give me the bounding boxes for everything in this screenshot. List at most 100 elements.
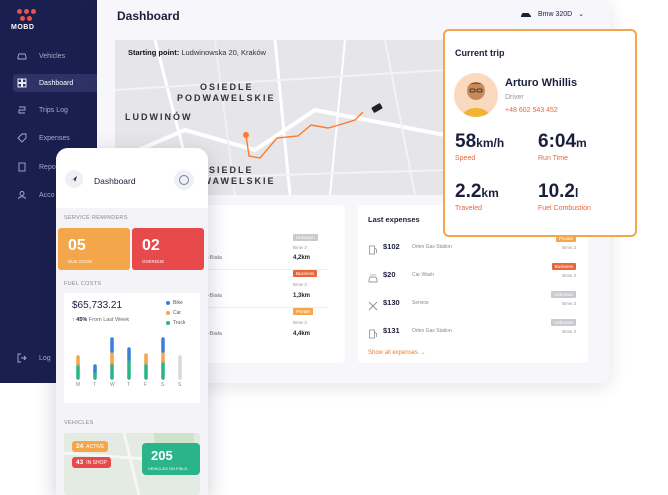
app-root: MOBD Vehicles Dashboard Trips Log Expens… xyxy=(0,0,668,495)
navigation-arrow-icon xyxy=(71,176,77,182)
fuel-stat: 10.2l Fuel Combustion xyxy=(538,181,591,212)
expense-location: Service xyxy=(412,300,429,306)
trend-up-icon: ↑ xyxy=(72,317,75,323)
sidebar-item-expenses[interactable]: Expenses xyxy=(13,129,101,147)
expense-car: Bmw 3 xyxy=(562,301,576,306)
legend-bike: Bike xyxy=(166,300,183,306)
legend-label: Truck xyxy=(173,320,186,326)
tag-icon xyxy=(17,133,27,143)
sidebar-item-label: Trips Log xyxy=(39,106,68,114)
map-label-osiedle-2: OSIEDLE xyxy=(200,165,254,175)
active-vehicles-pill[interactable]: 24 ACTIVE xyxy=(72,441,109,452)
fuel-change-text: From Last Week xyxy=(88,317,130,323)
speed-stat: 58km/h Speed xyxy=(455,131,504,162)
speed-label: Speed xyxy=(455,155,476,162)
map-label-ludwinow: LUDWINÓW xyxy=(125,112,193,122)
overdue-count: 02 xyxy=(142,237,160,254)
fuel-change: ↑ 45% From Last Week xyxy=(72,317,129,323)
expense-amount: $130 xyxy=(383,298,400,307)
fuel-bar-chart xyxy=(76,337,182,380)
in-shop-count: 43 xyxy=(76,459,84,466)
gas-pump-icon xyxy=(368,242,378,255)
run-time-label: Run Time xyxy=(538,155,568,162)
x-tick: S xyxy=(178,382,182,388)
show-all-expenses-link[interactable]: Show all expenses → xyxy=(368,350,426,356)
expense-row[interactable]: $102 Orlen Gas Station Private Bmw 3 xyxy=(368,235,576,259)
wrench-icon xyxy=(368,298,378,311)
trip-row[interactable]: akow alsko-Biała Unknown Bmw 3 4,2km xyxy=(195,229,328,270)
x-tick: T xyxy=(93,382,97,388)
legend-car: Car xyxy=(166,310,181,316)
vehicles-map[interactable]: 24 ACTIVE 43 IN SHOP 205 VEHICLES ON FIELD xyxy=(64,433,200,495)
route-icon xyxy=(17,105,27,115)
chart-x-axis: M T W T F S S xyxy=(64,382,200,390)
on-field-count: 205 xyxy=(151,448,173,463)
trip-car: Bmw 3 xyxy=(293,245,307,250)
fuel-change-pct: 45% xyxy=(76,317,88,323)
logout-button[interactable]: Log xyxy=(17,353,51,363)
trip-row[interactable]: akow alsko-Biała Private Bmw 3 4,4km xyxy=(195,305,328,337)
logout-label: Log xyxy=(39,354,51,362)
page-title: Dashboard xyxy=(117,9,180,23)
due-soon-tile[interactable]: 05 DUE SOON xyxy=(58,228,130,270)
fuel-value: 10.2 xyxy=(538,181,575,202)
expense-badge: Unknown xyxy=(551,319,576,326)
fuel-costs-title: FUEL COSTS xyxy=(64,281,102,287)
expense-badge: Unknown xyxy=(551,291,576,298)
run-time-value-row: 6:04m xyxy=(538,131,587,153)
car-select[interactable]: Bmw 320D ⌄ xyxy=(520,10,584,18)
trip-row[interactable]: akow alsko-Biała Business Bmw 3 1,3km xyxy=(195,267,328,308)
expense-badge: Business xyxy=(551,263,576,270)
chevron-down-icon: ⌄ xyxy=(578,11,585,18)
due-soon-count: 05 xyxy=(68,237,86,254)
expense-amount: $131 xyxy=(383,326,400,335)
fuel-unit: l xyxy=(574,186,579,200)
logo-dots-row2 xyxy=(11,16,41,21)
fuel-label: Fuel Combustion xyxy=(538,205,591,212)
expenses-title: Last expenses xyxy=(368,215,420,224)
driver-role: Driver xyxy=(505,94,524,101)
due-soon-label: DUE SOON xyxy=(68,259,93,264)
trip-car: Bmw 3 xyxy=(293,282,307,287)
driver-name: Arturo Whillis xyxy=(505,77,578,89)
expense-row[interactable]: $131 Orlen Gas Station Unknown Bmw 3 xyxy=(368,319,576,343)
run-time-value: 6:04 xyxy=(538,131,577,152)
legend-label: Car xyxy=(173,310,182,316)
on-field-label: VEHICLES ON FIELD xyxy=(148,466,188,471)
speed-value-row: 58km/h xyxy=(455,131,504,153)
logo[interactable]: MOBD xyxy=(11,9,41,31)
user-icon xyxy=(17,190,27,200)
fuel-total: $65,733.21 xyxy=(72,300,123,311)
logo-dots xyxy=(11,9,41,14)
more-options-button[interactable] xyxy=(174,170,194,190)
expense-row[interactable]: $20 Car Wash Business Bmw 3 xyxy=(368,263,576,287)
x-tick: S xyxy=(161,382,165,388)
legend-truck: Truck xyxy=(166,320,185,326)
mobile-nav-button[interactable] xyxy=(65,170,83,188)
mobile-header: Dashboard xyxy=(56,148,208,208)
driver-phone-link[interactable]: +48 602 543 452 xyxy=(505,107,558,114)
traveled-stat: 2.2km Traveled xyxy=(455,181,499,212)
sidebar-item-label: Dashboard xyxy=(39,79,74,87)
sidebar-item-trips-log[interactable]: Trips Log xyxy=(13,101,101,119)
speed-value: 58 xyxy=(455,131,477,152)
sidebar-item-vehicles[interactable]: Vehicles xyxy=(13,47,101,65)
in-shop-pill[interactable]: 43 IN SHOP xyxy=(72,457,111,468)
start-point-value: Ludwinowska 20, Kraków xyxy=(181,48,266,57)
sidebar-item-dashboard[interactable]: Dashboard xyxy=(13,74,101,92)
vehicles-on-field-tile[interactable]: 205 VEHICLES ON FIELD xyxy=(142,443,200,475)
overdue-tile[interactable]: 02 OVERDUE xyxy=(132,228,204,270)
mobile-app-panel: Dashboard SERVICE REMINDERS 05 DUE SOON … xyxy=(56,148,208,495)
start-point-label: Starting point: xyxy=(128,48,180,57)
x-tick: T xyxy=(127,382,131,388)
expense-location: Car Wash xyxy=(412,272,435,278)
expense-car: Bmw 3 xyxy=(562,329,576,334)
expense-car: Bmw 3 xyxy=(562,273,576,278)
traveled-unit: km xyxy=(481,186,499,200)
reminders-title: SERVICE REMINDERS xyxy=(64,215,128,221)
avatar[interactable] xyxy=(454,73,498,117)
map-label-osiedle: OSIEDLE xyxy=(200,82,254,92)
expense-row[interactable]: $130 Service Unknown Bmw 3 xyxy=(368,291,576,315)
driver-photo xyxy=(454,73,498,117)
run-time-unit: m xyxy=(576,136,587,150)
